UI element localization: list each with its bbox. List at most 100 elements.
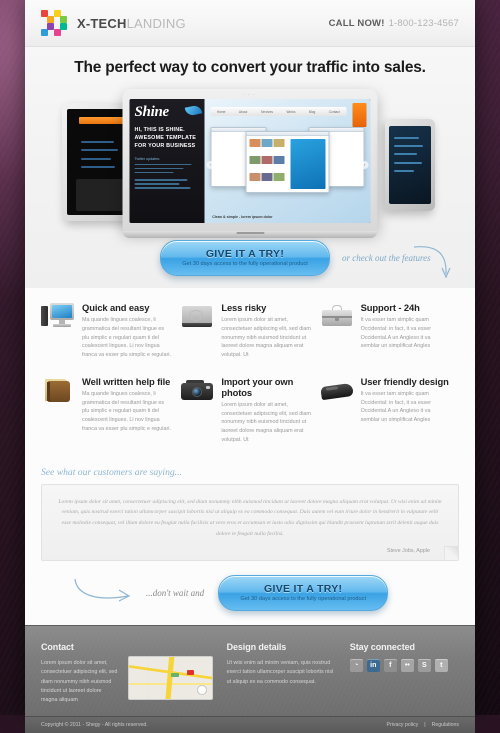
shine-nav-item: About bbox=[238, 109, 248, 114]
site-header: X-TECHLANDING CALL NOW! 1-800-123-4567 bbox=[25, 0, 475, 47]
rss-icon[interactable]: ◔ bbox=[349, 659, 363, 673]
page-title: The perfect way to convert your traffic … bbox=[74, 59, 426, 76]
shine-nav-item: Contact bbox=[328, 109, 340, 114]
shine-nav-item: Home bbox=[216, 109, 226, 114]
devices-showcase: ··· Shine HI, THIS IS SHINE. AWESOME TEM… bbox=[25, 89, 475, 238]
features-row-2: Well written help file Ma quande lingues… bbox=[41, 370, 459, 455]
webcam-icon: ··· bbox=[243, 92, 257, 98]
shine-nav-item: Works bbox=[286, 109, 296, 114]
browser-window-center bbox=[245, 131, 330, 193]
feature-card: User friendly design It va esser tam sim… bbox=[319, 370, 459, 455]
camera-icon bbox=[180, 376, 214, 408]
shine-nav-item: Services bbox=[260, 109, 273, 114]
cta-secondary-title: GIVE IT A TRY! bbox=[264, 583, 343, 596]
give-it-a-try-button-primary[interactable]: GIVE IT A TRY! Get 30 days access to the… bbox=[160, 240, 330, 276]
laptop-screen: Shine HI, THIS IS SHINE. AWESOME TEMPLAT… bbox=[129, 99, 371, 223]
location-map[interactable] bbox=[127, 656, 213, 701]
cta-secondary-note: ...don't wait and bbox=[146, 588, 205, 599]
cta-primary-subtitle: Get 30 days access to the fully operatio… bbox=[182, 261, 308, 267]
map-pin-icon bbox=[186, 670, 194, 676]
page-fold-icon bbox=[444, 546, 458, 561]
facebook-icon[interactable]: f bbox=[383, 659, 397, 673]
bottom-bar: Copyright © 2011 - Shegy - All rights re… bbox=[25, 715, 475, 733]
books-icon bbox=[41, 376, 75, 408]
footer-design-column: Design details Ut wisi enim ad minim ven… bbox=[227, 642, 336, 705]
feature-description: Lorem ipsum dolor sit amet, consectetuer… bbox=[221, 401, 311, 443]
testimonial-quote: Lorem ipsum dolor sit amet, consectetuer… bbox=[58, 498, 442, 538]
feature-card: Quick and easy Ma quande lingues coalesc… bbox=[41, 296, 180, 370]
legal-links: Privacy policy | Regulations bbox=[387, 722, 459, 728]
laptop-device-mockup: ··· Shine HI, THIS IS SHINE. AWESOME TEM… bbox=[122, 89, 378, 238]
testimonial-heading: See what our customers are saying... bbox=[41, 466, 182, 478]
feature-description: Ma quande lingues coalesce, li grammatic… bbox=[82, 317, 171, 358]
give-it-a-try-button-secondary[interactable]: GIVE IT A TRY! Get 30 days access to the… bbox=[218, 575, 389, 612]
social-icon-list: ◔ in f •• St bbox=[349, 659, 459, 673]
features-section: Quick and easy Ma quande lingues coalesc… bbox=[25, 288, 475, 461]
skype-icon[interactable]: S bbox=[417, 659, 431, 673]
slider-next-icon[interactable]: › bbox=[360, 161, 369, 169]
twitter-icon[interactable]: t bbox=[434, 659, 448, 673]
brand-name-main: X-TECH bbox=[77, 15, 127, 31]
footer-design-title: Design details bbox=[226, 642, 287, 653]
shine-nav: Home About Services Works Blog Contact bbox=[210, 107, 347, 116]
hero-section: The perfect way to convert your traffic … bbox=[25, 47, 475, 288]
cta-secondary-row: ...don't wait and GIVE IT A TRY! Get 30 … bbox=[25, 565, 475, 626]
shine-nav-item: Blog bbox=[308, 109, 316, 114]
feature-title: Less risky bbox=[221, 302, 267, 313]
feature-description: Lorem ipsum dolor sit amet, consectetuer… bbox=[221, 317, 311, 358]
feature-title: User friendly design bbox=[360, 375, 449, 387]
phone-number[interactable]: 1-800-123-4567 bbox=[389, 18, 459, 29]
slider-prev-icon[interactable]: ‹ bbox=[206, 161, 215, 169]
copyright-text: Copyright © 2011 - Shegy - All rights re… bbox=[41, 721, 148, 728]
feature-title: Import your own photos bbox=[221, 375, 294, 398]
features-row-1: Quick and easy Ma quande lingues coalesc… bbox=[41, 296, 459, 370]
call-now-label: CALL NOW! bbox=[328, 17, 385, 29]
cta-secondary-subtitle: Get 30 days access to the fully operatio… bbox=[240, 596, 366, 603]
feature-description: It va esser tam simplic quam Occidental:… bbox=[360, 317, 432, 350]
hard-drive-icon bbox=[180, 302, 214, 334]
brand-logo[interactable]: X-TECHLANDING bbox=[41, 10, 186, 36]
feature-card: Less risky Lorem ipsum dolor sit amet, c… bbox=[180, 296, 319, 370]
brand-name: X-TECHLANDING bbox=[77, 16, 186, 31]
cta-primary-title: GIVE IT A TRY! bbox=[205, 248, 285, 260]
twitter-updates-label: Twitter updates: bbox=[134, 157, 160, 162]
feature-title: Support - 24h bbox=[360, 302, 420, 313]
testimonial-author: Steve Jobs, Apple bbox=[386, 548, 430, 555]
mouse-icon bbox=[319, 376, 354, 408]
link-separator: | bbox=[424, 721, 426, 728]
map-zoom-icon[interactable] bbox=[196, 685, 207, 696]
footer-social-column: Stay connected ◔ in f •• St bbox=[349, 642, 459, 705]
linkedin-icon[interactable]: in bbox=[366, 659, 380, 673]
site-footer: Contact Lorem ipsum dolor sit amet, cons… bbox=[25, 625, 475, 717]
feature-card: Import your own photos Lorem ipsum dolor… bbox=[180, 370, 319, 455]
flickr-icon[interactable]: •• bbox=[400, 659, 414, 673]
map-park-area bbox=[170, 673, 179, 678]
feature-title: Well written help file bbox=[82, 375, 171, 387]
footer-social-title: Stay connected bbox=[349, 642, 415, 653]
call-now-block: CALL NOW! 1-800-123-4567 bbox=[329, 18, 459, 29]
cta-primary-row: GIVE IT A TRY! Get 30 days access to the… bbox=[25, 234, 475, 288]
shine-tagline: HI, THIS IS SHINE. AWESOME TEMPLATE FOR … bbox=[134, 127, 196, 149]
regulations-link[interactable]: Regulations bbox=[432, 722, 459, 728]
privacy-policy-link[interactable]: Privacy policy bbox=[387, 722, 419, 728]
corner-ribbon bbox=[352, 103, 367, 127]
testimonial-box: Lorem ipsum dolor sit amet, consectetuer… bbox=[41, 483, 459, 562]
curved-arrow-right-icon bbox=[74, 579, 131, 602]
landing-page: X-TECHLANDING CALL NOW! 1-800-123-4567 Th… bbox=[25, 0, 475, 733]
brand-name-light: LANDING bbox=[126, 15, 186, 31]
x-tech-logo-icon bbox=[41, 10, 67, 36]
footer-contact-text: Lorem ipsum dolor sit amet, consectetuer… bbox=[41, 660, 118, 704]
feature-description: Ma quande lingues coalesce, li grammatic… bbox=[82, 390, 171, 432]
footer-contact-title: Contact bbox=[41, 642, 74, 653]
desktop-computer-icon bbox=[41, 302, 75, 334]
feature-title: Quick and easy bbox=[82, 302, 150, 313]
curved-arrow-down-icon bbox=[413, 246, 451, 279]
shine-caption: Clean & simple - lorem ipsum dolor bbox=[212, 215, 273, 219]
toolbox-icon bbox=[320, 302, 354, 334]
feature-card: Support - 24h It va esser tam simplic qu… bbox=[320, 296, 459, 370]
feature-description: It va esser tam simplic quam Occidental:… bbox=[360, 390, 432, 423]
testimonial-section: See what our customers are saying... Lor… bbox=[25, 460, 475, 566]
phone-device-mockup bbox=[385, 119, 435, 211]
footer-design-text: Ut wisi enim ad minim veniam, quis nostr… bbox=[226, 660, 334, 685]
footer-contact-column: Contact Lorem ipsum dolor sit amet, cons… bbox=[41, 642, 213, 705]
